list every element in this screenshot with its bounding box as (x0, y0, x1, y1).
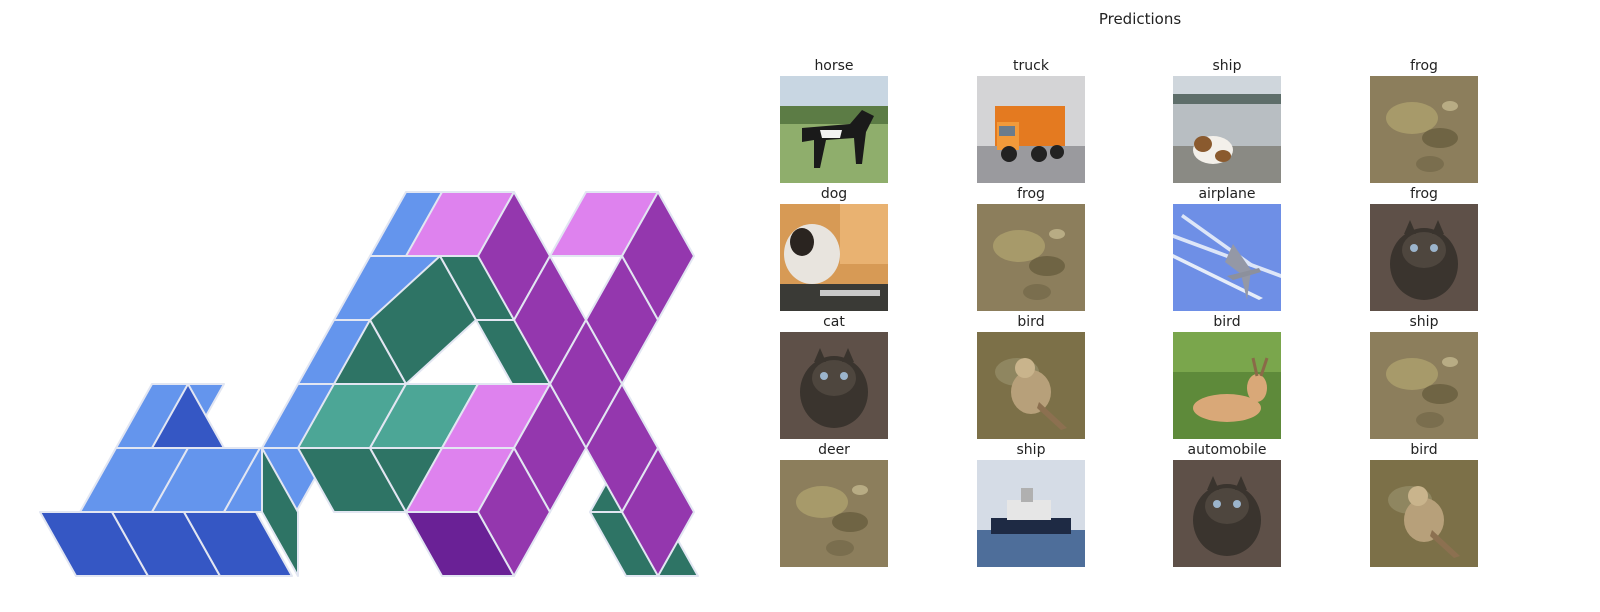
prediction-image (977, 460, 1085, 567)
prediction-label: ship (1212, 58, 1242, 74)
prediction-cell: bird (1152, 314, 1302, 442)
predictions-title: Predictions (1098, 10, 1182, 28)
prediction-cell: deer (759, 442, 909, 570)
prediction-label: frog (1017, 186, 1045, 202)
jax-logo (39, 191, 699, 577)
prediction-cell: frog (1349, 58, 1499, 186)
prediction-image (1173, 332, 1281, 439)
prediction-cell: airplane (1152, 186, 1302, 314)
prediction-cell: frog (1349, 186, 1499, 314)
prediction-label: dog (820, 186, 848, 202)
prediction-cell: automobile (1152, 442, 1302, 570)
prediction-label: ship (1016, 442, 1046, 458)
prediction-cell: cat (759, 314, 909, 442)
prediction-label: truck (1013, 58, 1049, 74)
prediction-image (1370, 460, 1478, 567)
prediction-image (1370, 204, 1478, 311)
prediction-label: bird (1410, 442, 1438, 458)
prediction-cell: horse (759, 58, 909, 186)
prediction-image (780, 76, 888, 183)
prediction-image (1370, 76, 1478, 183)
prediction-label: deer (818, 442, 850, 458)
prediction-label: airplane (1198, 186, 1256, 202)
prediction-image (977, 76, 1085, 183)
prediction-label: frog (1410, 186, 1438, 202)
prediction-image (1173, 76, 1281, 183)
prediction-cell: bird (956, 314, 1106, 442)
prediction-image (977, 204, 1085, 311)
prediction-image (977, 332, 1085, 439)
prediction-image (780, 204, 888, 311)
prediction-image (780, 332, 888, 439)
prediction-label: bird (1213, 314, 1241, 330)
prediction-image (1173, 204, 1281, 311)
prediction-cell: dog (759, 186, 909, 314)
prediction-label: cat (823, 314, 845, 330)
prediction-cell: ship (1152, 58, 1302, 186)
prediction-cell: ship (1349, 314, 1499, 442)
prediction-image (1173, 460, 1281, 567)
prediction-cell: truck (956, 58, 1106, 186)
prediction-cell: ship (956, 442, 1106, 570)
prediction-label: horse (814, 58, 854, 74)
prediction-label: ship (1409, 314, 1439, 330)
prediction-label: frog (1410, 58, 1438, 74)
prediction-cell: frog (956, 186, 1106, 314)
prediction-image (780, 460, 888, 567)
prediction-image (1370, 332, 1478, 439)
prediction-label: automobile (1187, 442, 1267, 458)
prediction-label: bird (1017, 314, 1045, 330)
prediction-cell: bird (1349, 442, 1499, 570)
